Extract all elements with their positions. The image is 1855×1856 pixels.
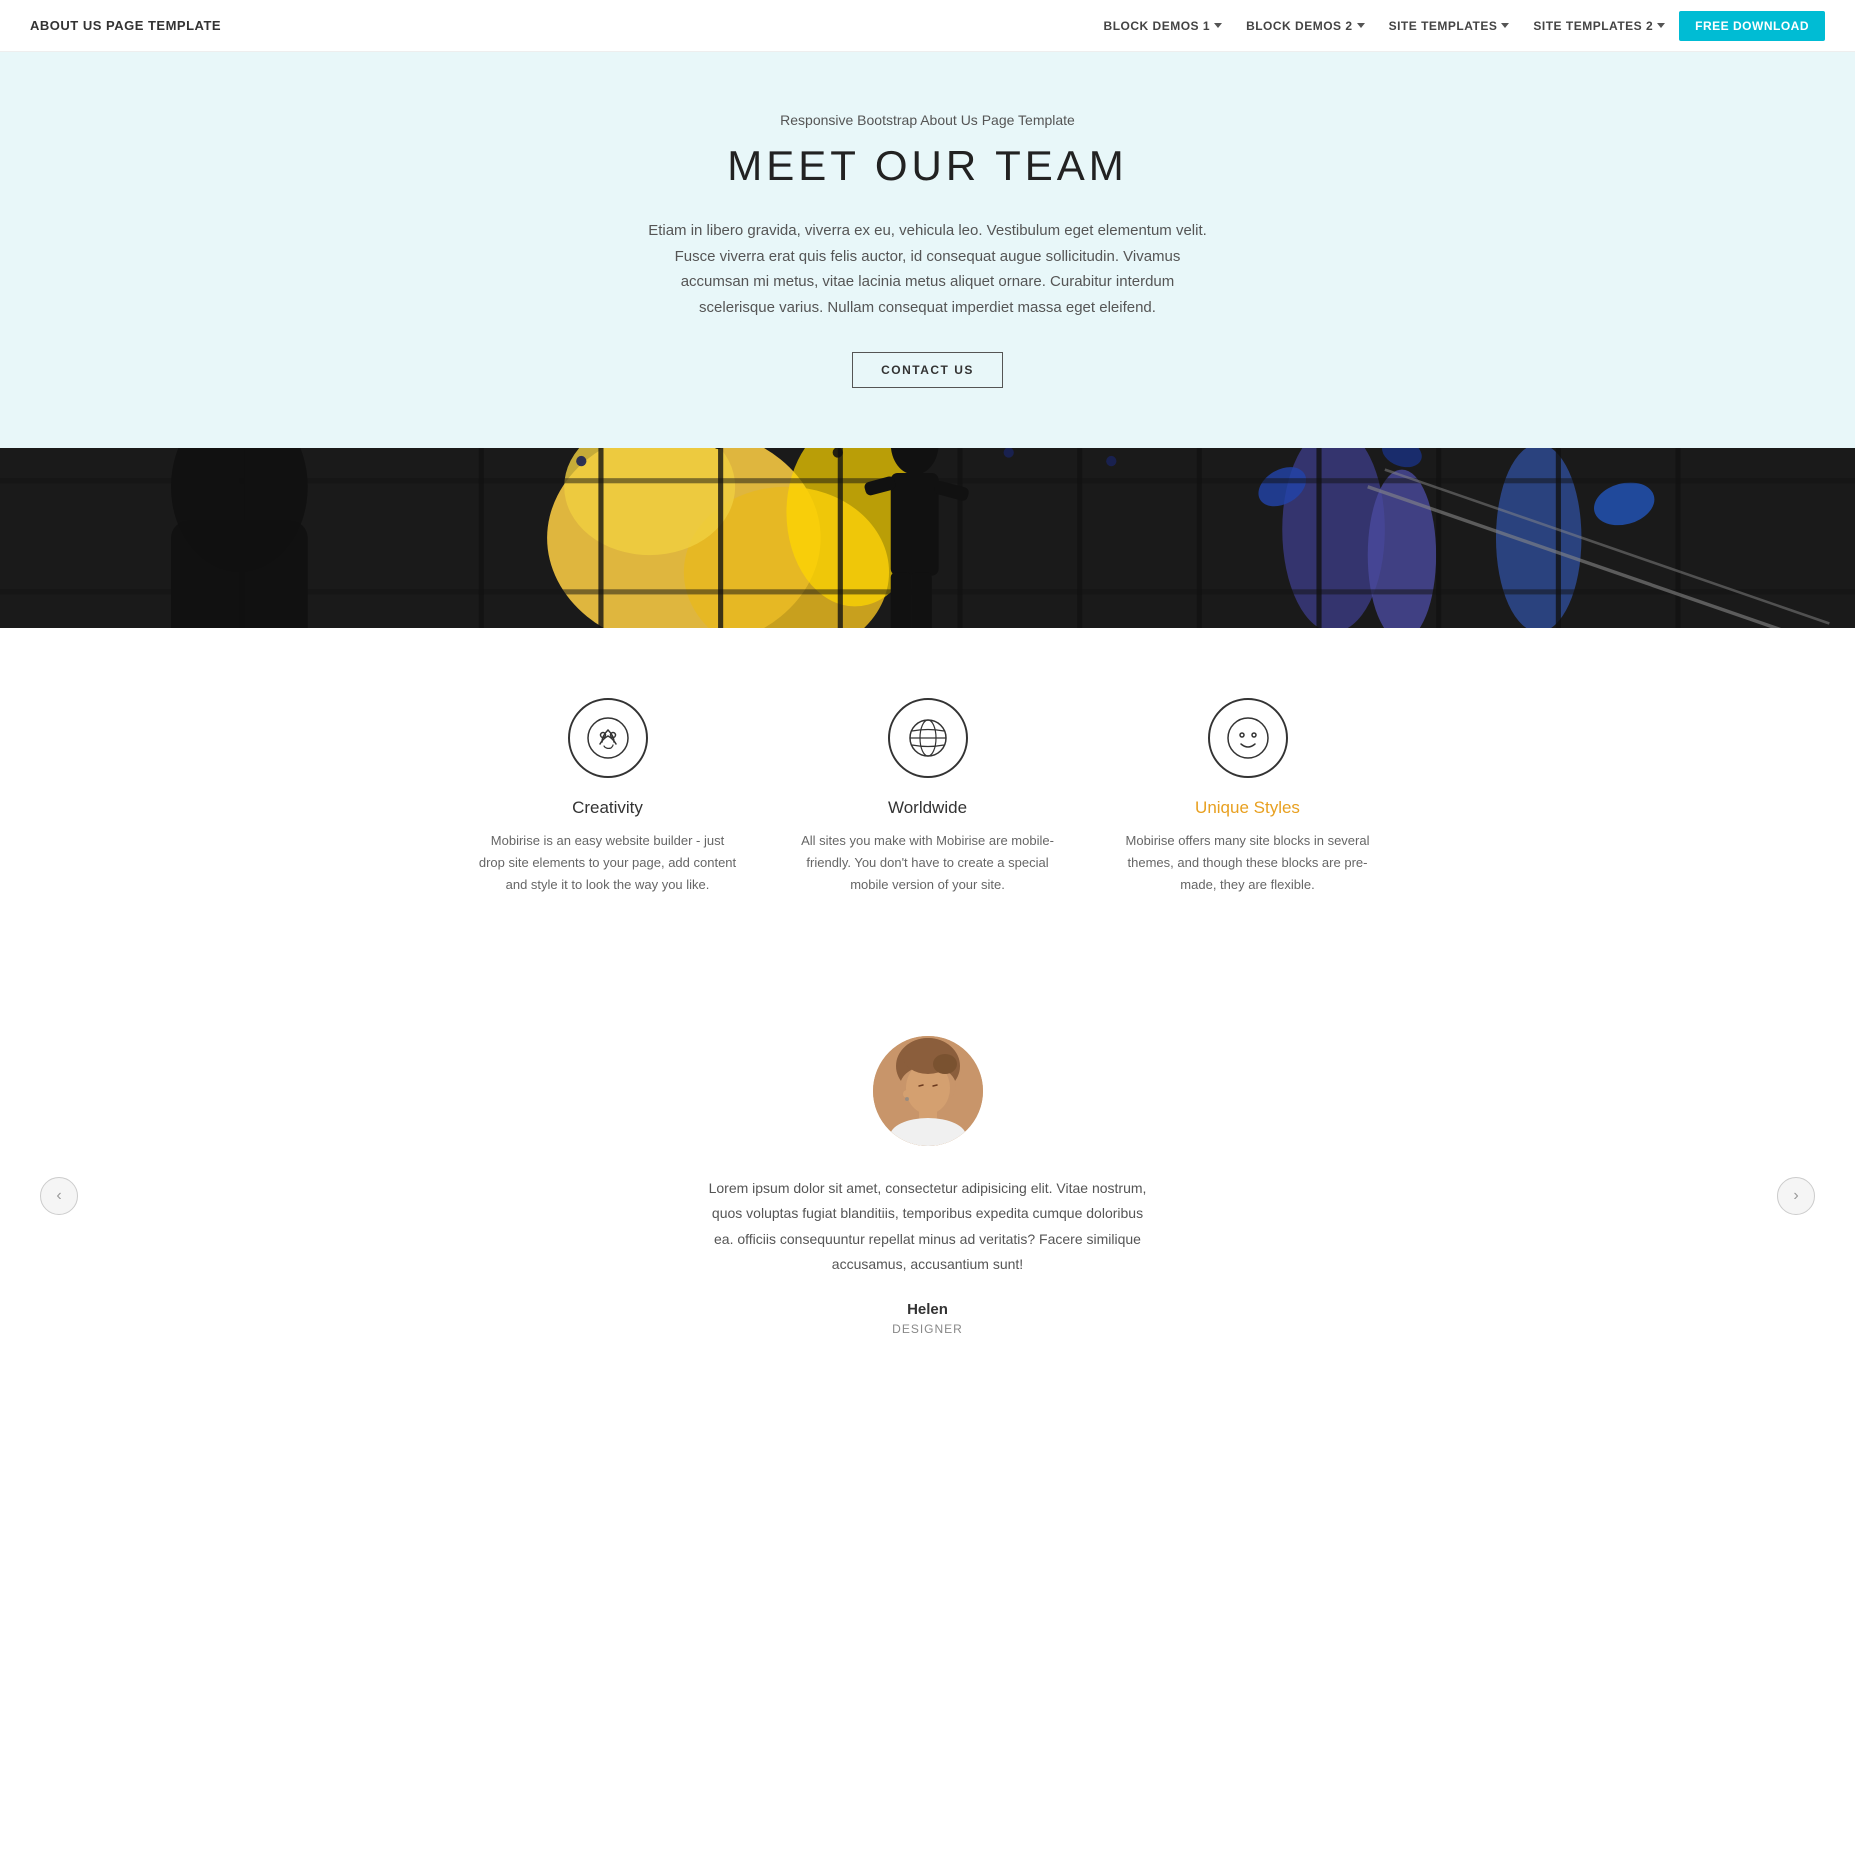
dropdown-caret-icon [1657,23,1665,28]
feature-item-worldwide: Worldwide All sites you make with Mobiri… [798,698,1058,896]
feature-title-unique-styles: Unique Styles [1118,798,1378,818]
free-download-button[interactable]: FREE DOWNLOAD [1679,11,1825,41]
next-arrow-icon: › [1793,1187,1798,1205]
hero-image [0,448,1855,628]
navbar: ABOUT US PAGE TEMPLATE BLOCK DEMOS 1 BLO… [0,0,1855,52]
testimonial-prev-button[interactable]: ‹ [40,1177,78,1215]
testimonial-name: Helen [40,1301,1815,1318]
nav-item-label: SITE TEMPLATES [1389,19,1498,33]
prev-arrow-icon: ‹ [56,1187,61,1205]
nav-item-label: SITE TEMPLATES 2 [1533,19,1653,33]
feature-item-creativity: Creativity Mobirise is an easy website b… [478,698,738,896]
testimonial-next-button[interactable]: › [1777,1177,1815,1215]
meet-description: Etiam in libero gravida, viverra ex eu, … [648,218,1208,320]
navbar-brand[interactable]: ABOUT US PAGE TEMPLATE [30,18,221,33]
testimonial-role: DESIGNER [40,1322,1815,1336]
nav-item-block-demos-1[interactable]: BLOCK DEMOS 1 [1094,13,1233,39]
creativity-icon-circle [568,698,648,778]
feature-item-unique-styles: Unique Styles Mobirise offers many site … [1118,698,1378,896]
features-grid: Creativity Mobirise is an easy website b… [478,698,1378,896]
nav-item-label: BLOCK DEMOS 1 [1104,19,1211,33]
avatar-image [873,1036,983,1146]
nav-item-site-templates-2[interactable]: SITE TEMPLATES 2 [1523,13,1675,39]
nav-links: BLOCK DEMOS 1 BLOCK DEMOS 2 SITE TEMPLAT… [1094,11,1825,41]
nav-item-label: BLOCK DEMOS 2 [1246,19,1353,33]
testimonial-avatar [873,1036,983,1146]
worldwide-icon [906,716,950,760]
contact-button[interactable]: CONTACT US [852,352,1003,388]
meet-team-section: Responsive Bootstrap About Us Page Templ… [0,52,1855,448]
nav-item-site-templates[interactable]: SITE TEMPLATES [1379,13,1520,39]
testimonial-section: ‹ Lorem ipsum dolor sit amet, con [0,976,1855,1416]
worldwide-icon-circle [888,698,968,778]
unique-styles-icon [1226,716,1270,760]
testimonial-text: Lorem ipsum dolor sit amet, consectetur … [708,1176,1148,1277]
unique-styles-icon-circle [1208,698,1288,778]
feature-title-creativity: Creativity [478,798,738,818]
nav-item-block-demos-2[interactable]: BLOCK DEMOS 2 [1236,13,1375,39]
feature-desc-creativity: Mobirise is an easy website builder - ju… [478,830,738,896]
dropdown-caret-icon [1357,23,1365,28]
dropdown-caret-icon [1214,23,1222,28]
dropdown-caret-icon [1501,23,1509,28]
meet-subtitle: Responsive Bootstrap About Us Page Templ… [40,112,1815,128]
feature-desc-unique-styles: Mobirise offers many site blocks in seve… [1118,830,1378,896]
feature-title-worldwide: Worldwide [798,798,1058,818]
features-section: Creativity Mobirise is an easy website b… [0,628,1855,976]
creativity-icon [586,716,630,760]
feature-desc-worldwide: All sites you make with Mobirise are mob… [798,830,1058,896]
meet-title: MEET OUR TEAM [40,142,1815,190]
